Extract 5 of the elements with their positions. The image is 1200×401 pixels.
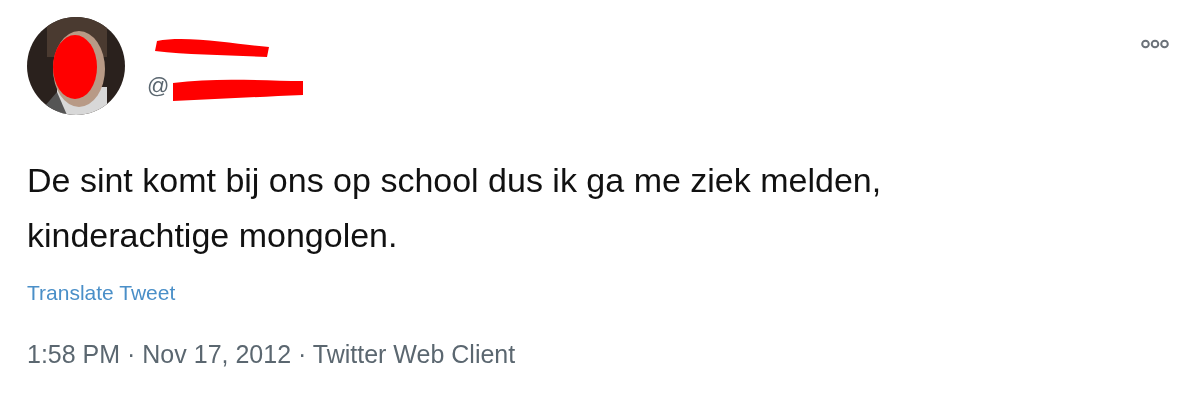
tweet-text: De sint komt bij ons op school dus ik ga me ziek melden, kinderachtige mongolen.	[27, 160, 883, 256]
translate-link[interactable]: Translate Tweet	[27, 281, 176, 305]
tweet-timestamp: 1:58 PM · Nov 17, 2012 · Twitter Web Client	[27, 340, 517, 369]
user-handle: @	[147, 73, 170, 99]
more-options-icon[interactable]	[1141, 39, 1169, 49]
